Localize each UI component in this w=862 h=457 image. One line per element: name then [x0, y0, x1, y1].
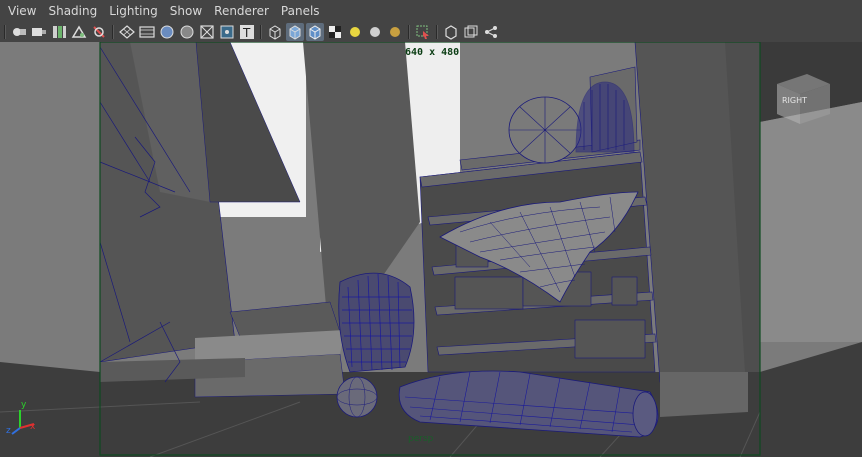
- gate-mask-icon[interactable]: [178, 23, 196, 41]
- axis-z-label: z: [6, 426, 11, 436]
- toolbar-divider: [408, 25, 410, 39]
- toolbar-divider: [260, 25, 262, 39]
- all-lights-icon[interactable]: [366, 23, 384, 41]
- resolution-gate-label: 640 x 480: [405, 47, 460, 58]
- view-cube[interactable]: RIGHT: [772, 66, 832, 126]
- scene-render: [0, 42, 862, 457]
- 2d-pan-zoom-icon[interactable]: [90, 23, 108, 41]
- viewcube-face-label: RIGHT: [782, 96, 808, 105]
- field-chart-icon[interactable]: [198, 23, 216, 41]
- menu-show[interactable]: Show: [164, 4, 208, 18]
- axis-x-label: x: [30, 422, 36, 432]
- resolution-gate-icon[interactable]: [158, 23, 176, 41]
- smooth-shade-icon[interactable]: [286, 23, 304, 41]
- menu-bar: View Shading Lighting Show Renderer Pane…: [0, 0, 862, 22]
- text-label-icon[interactable]: T: [238, 23, 256, 41]
- bookmarks-icon[interactable]: [50, 23, 68, 41]
- film-gate-icon[interactable]: [138, 23, 156, 41]
- camera-name-label: persp: [408, 434, 434, 444]
- toolbar-divider: [112, 25, 114, 39]
- xray-joints-icon[interactable]: [462, 23, 480, 41]
- camera-attributes-icon[interactable]: [30, 23, 48, 41]
- menu-lighting[interactable]: Lighting: [103, 4, 164, 18]
- xray-icon[interactable]: [442, 23, 460, 41]
- menu-view[interactable]: View: [0, 4, 42, 18]
- default-light-icon[interactable]: [346, 23, 364, 41]
- wireframe-on-shaded-icon[interactable]: [306, 23, 324, 41]
- menu-shading[interactable]: Shading: [42, 4, 103, 18]
- menu-renderer[interactable]: Renderer: [208, 4, 275, 18]
- axis-gizmo: y x z: [6, 400, 38, 440]
- axis-y-label: y: [21, 400, 27, 410]
- image-plane-icon[interactable]: [70, 23, 88, 41]
- textured-icon[interactable]: [326, 23, 344, 41]
- safe-action-icon[interactable]: [218, 23, 236, 41]
- toolbar-divider: [4, 25, 6, 39]
- panel-toolbar: T: [0, 22, 862, 42]
- isolate-select-icon[interactable]: [414, 23, 432, 41]
- shadows-icon[interactable]: [386, 23, 404, 41]
- share-icon[interactable]: [482, 23, 500, 41]
- wireframe-icon[interactable]: [266, 23, 284, 41]
- svg-text:T: T: [242, 26, 251, 40]
- camera-select-icon[interactable]: [10, 23, 28, 41]
- perspective-viewport[interactable]: 640 x 480 persp RIGHT y x z: [0, 42, 862, 457]
- menu-panels[interactable]: Panels: [275, 4, 326, 18]
- grid-icon[interactable]: [118, 23, 136, 41]
- toolbar-divider: [436, 25, 438, 39]
